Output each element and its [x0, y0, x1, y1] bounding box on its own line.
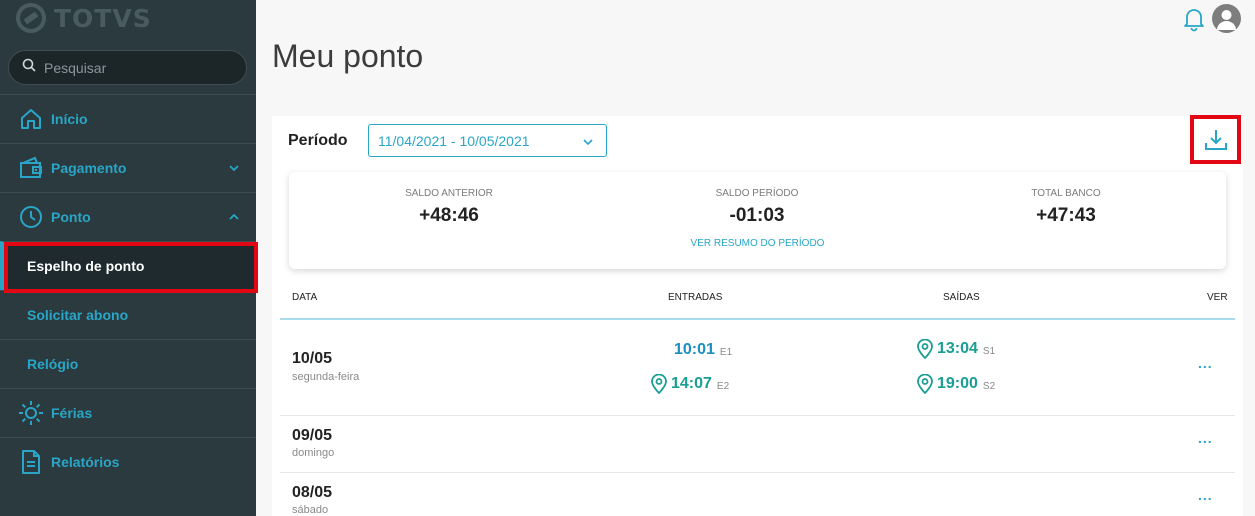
- saldo-anterior-value: +48:46: [419, 205, 479, 226]
- clock-icon: [18, 204, 44, 230]
- column-header-data: DATA: [292, 292, 318, 303]
- total-banco: TOTAL BANCO +47:43: [966, 188, 1166, 227]
- punch-tag: E1: [719, 346, 733, 358]
- sidebar-item-label: Relatórios: [51, 454, 120, 470]
- row-weekday: segunda-feira: [292, 371, 360, 383]
- notification-bell-icon[interactable]: [1181, 6, 1207, 32]
- sidebar-item-label: Espelho de ponto: [27, 258, 145, 274]
- location-pin-icon: [651, 374, 667, 394]
- period-summary: SALDO ANTERIOR +48:46 SALDO PERÍODO -01:…: [289, 172, 1226, 269]
- home-icon: [18, 106, 44, 132]
- row-more-button[interactable]: ...: [1198, 430, 1213, 446]
- period-value: 11/04/2021 - 10/05/2021: [378, 132, 530, 149]
- saldo-periodo-label: SALDO PERÍODO: [715, 188, 799, 199]
- row-date: 08/05: [292, 484, 333, 501]
- column-header-entradas: ENTRADAS: [668, 292, 723, 303]
- sidebar-item-relatorios[interactable]: Relatórios: [0, 437, 256, 486]
- page-title: Meu ponto: [272, 38, 424, 74]
- punch-tag: S2: [982, 380, 996, 392]
- row-more-button[interactable]: ...: [1198, 355, 1213, 371]
- row-date: 09/05: [292, 427, 333, 444]
- saldo-periodo-value: -01:03: [729, 205, 785, 226]
- sidebar-item-label: Ponto: [51, 209, 91, 225]
- sidebar-item-inicio[interactable]: Início: [0, 94, 256, 143]
- punch-tag: E2: [716, 380, 730, 392]
- chevron-down-icon: [228, 161, 240, 179]
- saldo-anterior: SALDO ANTERIOR +48:46: [349, 188, 549, 227]
- sidebar-item-label: Solicitar abono: [27, 307, 129, 323]
- total-banco-label: TOTAL BANCO: [1031, 188, 1101, 199]
- sidebar-item-solicitar-abono[interactable]: Solicitar abono: [0, 290, 256, 339]
- punch-exit-2[interactable]: 19:00 S2: [916, 374, 995, 394]
- timesheet-card: Período 11/04/2021 - 10/05/2021 SALDO AN…: [272, 115, 1243, 516]
- view-period-summary-link[interactable]: VER RESUMO DO PERÍODO: [289, 238, 1226, 249]
- punch-entry-1[interactable]: 10:01 E1: [674, 341, 732, 359]
- punch-time: 10:01: [674, 341, 715, 358]
- sidebar-item-ponto[interactable]: Ponto: [0, 192, 256, 241]
- search-icon: [22, 58, 36, 77]
- table-header: DATA ENTRADAS SAÍDAS VER: [280, 284, 1235, 320]
- period-label: Período: [288, 132, 348, 149]
- sidebar-item-relogio[interactable]: Relógio: [0, 339, 256, 388]
- sidebar: TOTVS Início Pagamento Pont: [0, 0, 258, 516]
- sidebar-item-ferias[interactable]: Férias: [0, 388, 256, 437]
- total-banco-value: +47:43: [1036, 205, 1096, 226]
- table-row: 09/05 domingo ...: [280, 416, 1235, 473]
- punch-time: 14:07: [671, 375, 712, 392]
- row-more-button[interactable]: ...: [1198, 487, 1213, 503]
- table-row: 10/05 segunda-feira 10:01 E1 14:07 E2 13…: [280, 321, 1235, 416]
- download-button[interactable]: [1190, 115, 1241, 164]
- sidebar-item-label: Relógio: [27, 356, 79, 372]
- column-header-ver: VER: [1207, 292, 1228, 303]
- punch-tag: S1: [982, 345, 996, 357]
- saldo-anterior-label: SALDO ANTERIOR: [405, 188, 493, 199]
- sidebar-item-label: Férias: [51, 405, 93, 421]
- download-icon: [1204, 129, 1227, 150]
- user-icon: [1217, 10, 1236, 30]
- punch-time: 13:04: [937, 340, 978, 357]
- punch-entry-2[interactable]: 14:07 E2: [650, 374, 729, 394]
- brand-logo[interactable]: TOTVS: [16, 3, 152, 33]
- sidebar-item-espelho-de-ponto[interactable]: Espelho de ponto: [0, 241, 256, 290]
- search-input[interactable]: [44, 59, 224, 76]
- saldo-periodo: SALDO PERÍODO -01:03: [657, 188, 857, 227]
- sun-icon: [18, 400, 44, 426]
- sidebar-item-label: Início: [51, 111, 88, 127]
- chevron-up-icon: [228, 210, 240, 228]
- row-weekday: domingo: [292, 447, 335, 459]
- punch-exit-1[interactable]: 13:04 S1: [916, 339, 995, 359]
- wallet-icon: [18, 155, 44, 181]
- user-avatar[interactable]: [1212, 4, 1241, 33]
- totvs-logo-icon: [16, 3, 46, 33]
- punch-time: 19:00: [937, 375, 978, 392]
- sidebar-item-label: Pagamento: [51, 160, 127, 176]
- location-pin-icon: [917, 374, 933, 394]
- sidebar-item-pagamento[interactable]: Pagamento: [0, 143, 256, 192]
- row-date: 10/05: [292, 350, 333, 367]
- column-header-saidas: SAÍDAS: [943, 292, 980, 303]
- location-pin-icon: [917, 339, 933, 359]
- search-box: [8, 50, 247, 85]
- sidebar-menu: Início Pagamento Ponto Espelho de ponto: [0, 94, 256, 486]
- row-weekday: sábado: [292, 504, 329, 516]
- table-row: 08/05 sábado ...: [280, 473, 1235, 516]
- chevron-down-icon: [582, 135, 594, 151]
- brand-name: TOTVS: [54, 3, 152, 33]
- period-select[interactable]: 11/04/2021 - 10/05/2021: [368, 124, 607, 157]
- document-icon: [18, 449, 44, 475]
